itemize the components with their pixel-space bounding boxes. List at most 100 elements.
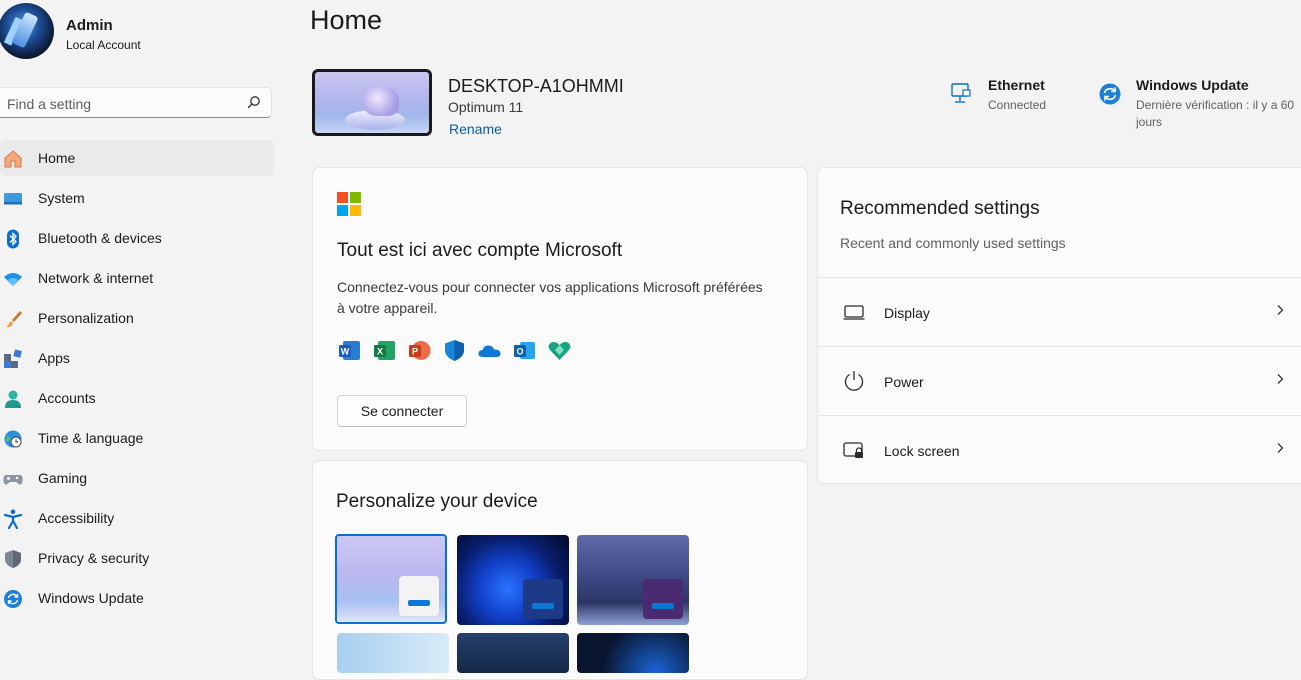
svg-text:X: X	[377, 347, 383, 357]
sidebar-item-label: Windows Update	[38, 590, 144, 606]
ethernet-title[interactable]: Ethernet	[988, 77, 1045, 93]
apps-icon	[4, 349, 22, 368]
sidebar-item-label: Network & internet	[38, 270, 154, 286]
windows-update-title[interactable]: Windows Update	[1136, 77, 1249, 93]
wallpaper-theme-glow[interactable]	[577, 535, 689, 625]
wallpaper-theme-night[interactable]	[457, 633, 569, 673]
sidebar-item-label: System	[38, 190, 85, 206]
wallpaper-theme-light[interactable]	[335, 534, 447, 624]
microsoft-account-card: Tout est ici avec compte Microsoft Conne…	[312, 167, 808, 451]
wallpaper-theme-bloom[interactable]	[457, 535, 569, 625]
sidebar-item-label: Personalization	[38, 310, 134, 326]
sign-in-button[interactable]: Se connecter	[337, 395, 467, 427]
sidebar-item-label: Bluetooth & devices	[38, 230, 162, 246]
sidebar-item-gaming[interactable]: Gaming	[0, 460, 274, 496]
sidebar-item-label: Gaming	[38, 470, 88, 486]
theme-preview-dark-blue	[523, 579, 563, 619]
chevron-right-icon	[1277, 374, 1284, 384]
windows-update-icon	[4, 590, 22, 608]
sidebar-item-personalization[interactable]: Personalization	[0, 300, 274, 336]
home-icon	[4, 150, 22, 168]
ethernet-icon[interactable]	[949, 81, 973, 105]
windows-update-status-icon[interactable]	[1098, 82, 1122, 106]
microsoft-card-title: Tout est ici avec compte Microsoft	[337, 240, 623, 261]
recommended-title: Recommended settings	[840, 198, 1040, 219]
sidebar-item-network[interactable]: Network & internet	[0, 260, 274, 296]
onedrive-icon	[478, 345, 501, 357]
search-input[interactable]	[5, 88, 239, 119]
lock-screen-icon	[843, 442, 863, 458]
sidebar-item-home[interactable]: Home	[0, 140, 274, 176]
ethernet-status: Connected	[988, 98, 1047, 112]
family-icon	[548, 341, 571, 360]
sidebar-item-windows-update[interactable]: Windows Update	[0, 580, 274, 616]
device-model: Optimum 11	[448, 99, 524, 115]
power-icon	[844, 371, 864, 391]
sidebar-item-accessibility[interactable]: Accessibility	[0, 500, 274, 536]
search-box[interactable]	[0, 87, 272, 119]
recommended-subtitle: Recent and commonly used settings	[840, 235, 1066, 251]
personalize-title: Personalize your device	[336, 491, 538, 512]
shield-icon	[5, 550, 21, 568]
sidebar-item-privacy-security[interactable]: Privacy & security	[0, 540, 274, 576]
wallpaper-theme-captured[interactable]	[337, 633, 449, 673]
sidebar-item-time-language[interactable]: Time & language	[0, 420, 274, 456]
search-icon[interactable]	[247, 95, 261, 109]
recommended-item-power[interactable]: Power	[818, 346, 1301, 415]
word-icon: W	[339, 341, 360, 360]
recommended-item-label: Display	[884, 305, 930, 321]
rename-link[interactable]: Rename	[449, 121, 502, 137]
brush-icon	[6, 311, 22, 328]
network-icon	[4, 273, 22, 286]
accessibility-icon	[3, 509, 23, 529]
sidebar-item-accounts[interactable]: Accounts	[0, 380, 274, 416]
microsoft-apps-row: W X P O	[337, 338, 572, 363]
system-icon	[4, 193, 22, 205]
device-name: DESKTOP-A1OHMMI	[448, 76, 624, 96]
sidebar-item-label: Home	[38, 150, 76, 166]
sidebar-item-label: Accounts	[38, 390, 96, 406]
outlook-icon: O	[514, 342, 535, 359]
time-language-icon	[4, 430, 22, 448]
device-thumbnail[interactable]	[312, 69, 432, 136]
wallpaper-theme-flow[interactable]	[577, 633, 689, 673]
windows-update-detail-2: jours	[1136, 115, 1163, 129]
microsoft-card-body-2: à votre appareil.	[337, 300, 438, 316]
recommended-item-label: Power	[884, 374, 924, 390]
user-name: Admin	[66, 17, 113, 34]
sidebar-item-apps[interactable]: Apps	[0, 340, 274, 376]
powerpoint-icon: P	[409, 341, 431, 360]
chevron-right-icon	[1277, 305, 1284, 315]
recommended-item-lock-screen[interactable]: Lock screen	[818, 415, 1301, 484]
windows-update-detail-1: Dernière vérification : il y a 60	[1136, 98, 1295, 112]
excel-icon: X	[374, 341, 395, 360]
gaming-icon	[3, 475, 23, 485]
display-icon	[843, 305, 865, 320]
svg-text:O: O	[516, 347, 523, 357]
svg-text:P: P	[412, 347, 418, 357]
personalize-card: Personalize your device	[312, 460, 808, 680]
theme-preview-purple	[643, 579, 683, 619]
sidebar-item-label: Privacy & security	[38, 550, 150, 566]
microsoft-logo-icon	[337, 192, 361, 216]
svg-text:W: W	[341, 347, 350, 357]
avatar[interactable]	[0, 3, 54, 59]
chevron-right-icon	[1277, 443, 1284, 453]
sidebar-item-label: Time & language	[38, 430, 144, 446]
recommended-item-display[interactable]: Display	[818, 277, 1301, 346]
accounts-icon	[5, 390, 21, 408]
sidebar-item-label: Apps	[38, 350, 70, 366]
bluetooth-icon	[7, 229, 19, 249]
recommended-settings-card: Recommended settings Recent and commonly…	[817, 167, 1301, 484]
microsoft-card-body-1: Connectez-vous pour connecter vos applic…	[337, 279, 763, 295]
sidebar-nav: Home System Bluetooth & devices Network …	[0, 140, 274, 620]
defender-icon	[445, 340, 464, 361]
sidebar-item-bluetooth[interactable]: Bluetooth & devices	[0, 220, 274, 256]
wallpaper-flower	[363, 86, 399, 116]
user-account-type: Local Account	[66, 38, 141, 52]
sidebar-item-label: Accessibility	[38, 510, 115, 526]
recommended-item-label: Lock screen	[884, 443, 960, 459]
page-title: Home	[310, 5, 383, 35]
sidebar-item-system[interactable]: System	[0, 180, 274, 216]
theme-preview-light	[399, 576, 439, 616]
